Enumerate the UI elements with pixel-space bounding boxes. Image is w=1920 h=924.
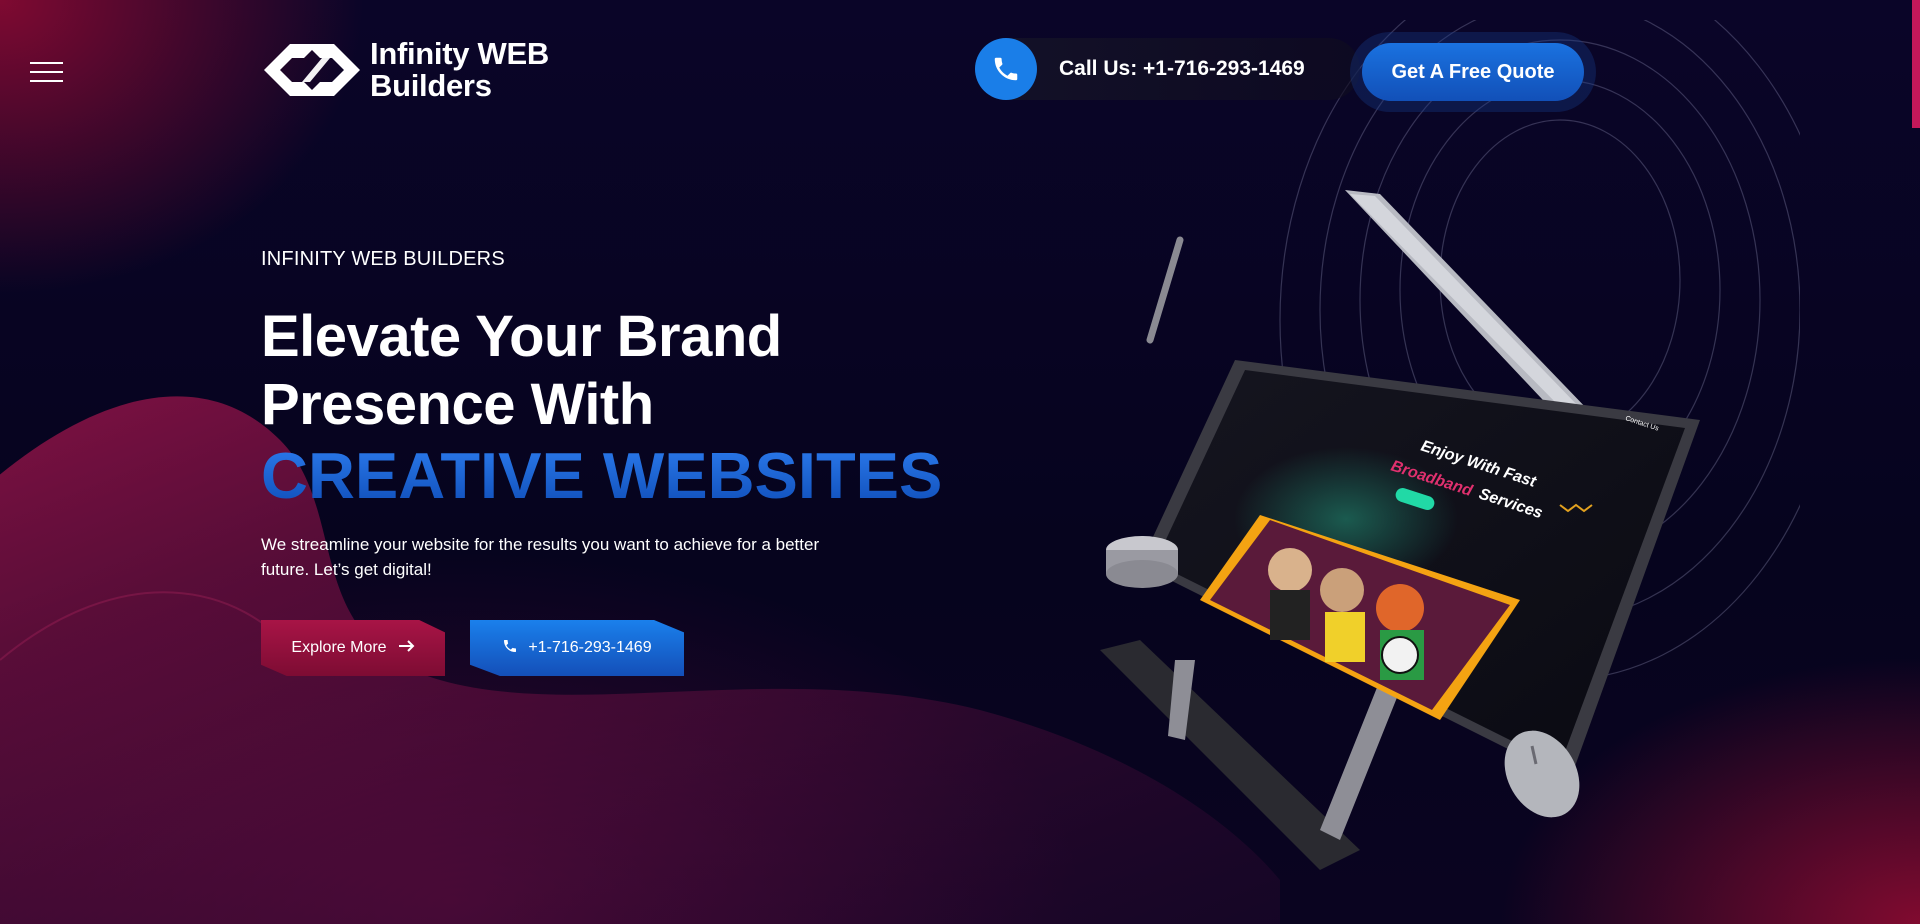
logo-line-2: Builders [370,68,492,103]
device-illustration: Enjoy With Fast Broadband Services Conta… [1100,190,1700,870]
hero-description: We streamline your website for the resul… [261,535,820,579]
call-us-text: Call Us: +1-716-293-1469 [1059,57,1305,80]
speaker-graphic [1106,536,1178,588]
phone-icon [502,638,518,659]
monitor-graphic: Enjoy With Fast Broadband Services Conta… [1140,360,1700,780]
site-logo[interactable]: Infinity WEB Builders [260,38,549,102]
hero-headline-line-2: Presence With [261,372,654,437]
explore-more-label: Explore More [291,639,387,656]
logo-line-1: Infinity WEB [370,36,549,71]
explore-more-button[interactable]: Explore More [261,620,445,676]
phone-icon [975,38,1037,100]
logo-mark-icon [264,44,360,96]
call-us-block[interactable]: Call Us: +1-716-293-1469 [975,38,1360,100]
get-free-quote-button[interactable]: Get A Free Quote [1362,43,1584,101]
hero-headline-accent: CREATIVE WEBSITES [261,439,943,512]
phone-button-label: +1-716-293-1469 [528,639,652,656]
scroll-indicator [1912,0,1920,128]
stylus-graphic [1146,236,1184,344]
hero-eyebrow: INFINITY WEB BUILDERS [261,248,505,270]
hero-headline-line-1: Elevate Your Brand [261,304,782,369]
hero-headline: Elevate Your Brand Presence With [261,303,782,439]
arrow-right-icon [398,639,415,657]
hamburger-icon[interactable] [30,62,63,82]
logo-text: Infinity WEB Builders [370,38,549,102]
phone-call-button[interactable]: +1-716-293-1469 [470,620,684,676]
